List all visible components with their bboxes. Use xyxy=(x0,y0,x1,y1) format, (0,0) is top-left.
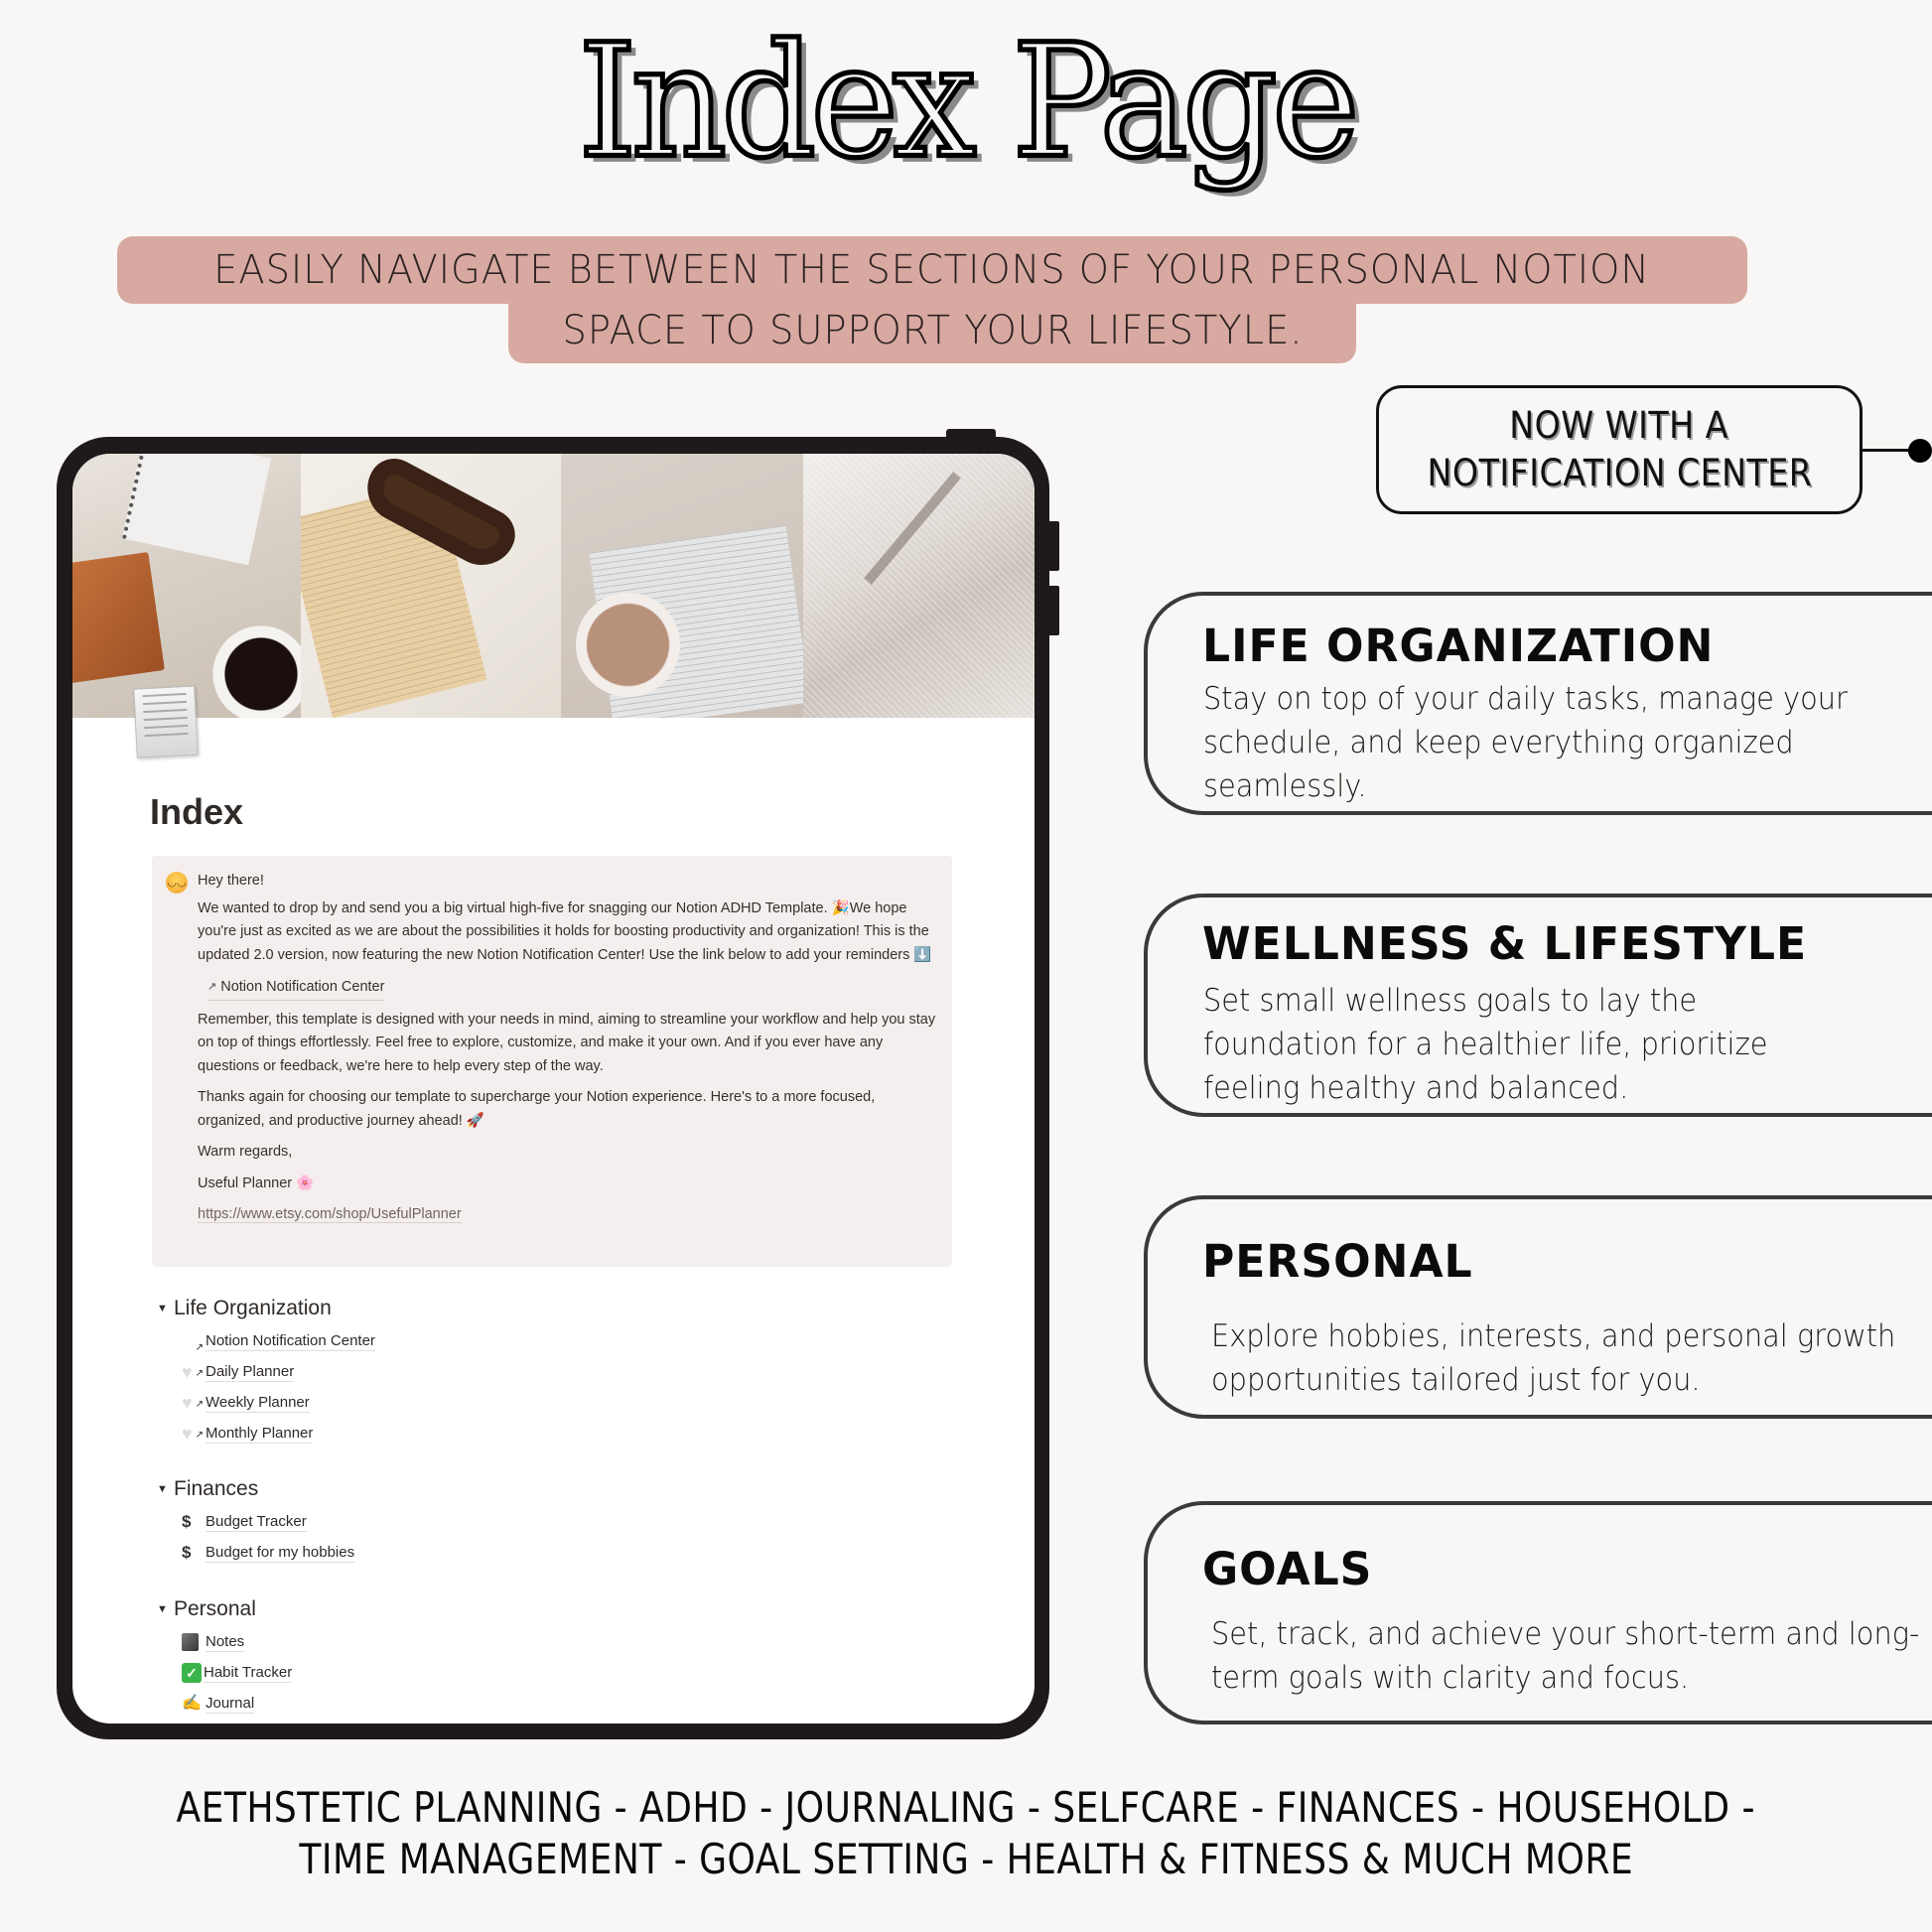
welcome-callout: ◡◡ Hey there! We wanted to drop by and s… xyxy=(152,856,952,1267)
smiling-face-icon: ◡◡ xyxy=(166,872,188,894)
nav-item-label: Weekly Planner xyxy=(206,1393,310,1413)
notebook-coffee-photo xyxy=(72,454,301,718)
document-icon[interactable] xyxy=(133,685,199,759)
nav-item-notification-center[interactable]: ↗ Notion Notification Center xyxy=(182,1325,375,1356)
feature-title: PERSONAL xyxy=(1202,1235,1473,1288)
banner-text-1: EASILY NAVIGATE BETWEEN THE SECTIONS OF … xyxy=(213,247,1651,293)
tagline-banner-line-2: SPACE TO SUPPORT YOUR LIFESTYLE. xyxy=(508,298,1356,363)
writing-hand-icon: ✍ xyxy=(182,1694,202,1712)
nav-item-notes[interactable]: Notes xyxy=(182,1626,292,1657)
feature-card-personal: PERSONAL Explore hobbies, interests, and… xyxy=(1144,1195,1932,1419)
callout-signoff: Warm regards, xyxy=(198,1144,293,1160)
tablet-screen: Index ◡◡ Hey there! We wanted to drop by… xyxy=(72,454,1035,1724)
banner-text-2: SPACE TO SUPPORT YOUR LIFESTYLE. xyxy=(562,308,1303,353)
nav-item-budget-tracker[interactable]: $ Budget Tracker xyxy=(182,1506,354,1537)
nav-item-label: Journal xyxy=(206,1694,255,1714)
feature-description: Stay on top of your daily tasks, manage … xyxy=(1203,681,1848,804)
toggle-life-organization[interactable]: ▼ Life Organization xyxy=(152,1294,375,1323)
caret-down-icon[interactable]: ▼ xyxy=(152,1603,174,1615)
nav-item-label: Monthly Planner xyxy=(206,1424,314,1444)
feature-title: WELLNESS & LIFESTYLE xyxy=(1202,917,1808,970)
coffee-book-earrings-photo xyxy=(561,454,803,718)
white-heart-icon: ♥ ↗ xyxy=(182,1361,204,1382)
section-personal: ▼ Personal Notes ✓ Habit Tracker ✍ Journ… xyxy=(152,1594,293,1719)
etsy-shop-link[interactable]: https://www.etsy.com/shop/UsefulPlanner xyxy=(198,1206,462,1223)
nav-item-label: Budget Tracker xyxy=(206,1512,307,1532)
feature-description: Set, track, and achieve your short-term … xyxy=(1211,1616,1920,1696)
callout-paragraph-1: We wanted to drop by and send you a big … xyxy=(198,899,932,963)
connector-dot-icon xyxy=(1908,439,1932,463)
callout-paragraph-2: Remember, this template is designed with… xyxy=(198,1011,936,1074)
dollar-exchange-icon: $ xyxy=(182,1511,192,1531)
page-title: Index Page xyxy=(576,11,1362,194)
section-title: Life Organization xyxy=(174,1297,332,1319)
book-sunglasses-photo xyxy=(301,454,561,718)
notebook-icon xyxy=(182,1632,199,1651)
footer-tagline-line-2: TIME MANAGEMENT - GOAL SETTING - HEALTH … xyxy=(299,1835,1633,1883)
nav-item-weekly-planner[interactable]: ♥ ↗ Weekly Planner xyxy=(182,1387,375,1418)
notion-page-title[interactable]: Index xyxy=(150,791,243,833)
nav-item-label: Notion Notification Center xyxy=(206,1331,375,1351)
badge-line-1: NOW WITH A xyxy=(1509,403,1729,447)
feature-title: LIFE ORGANIZATION xyxy=(1202,620,1715,672)
toggle-personal[interactable]: ▼ Personal xyxy=(152,1594,292,1624)
link-arrow-icon: ↗ xyxy=(207,981,217,993)
white-heart-icon: ♥ ↗ xyxy=(182,1392,204,1413)
nav-item-daily-planner[interactable]: ♥ ↗ Daily Planner xyxy=(182,1356,375,1387)
feature-description: Explore hobbies, interests, and personal… xyxy=(1211,1318,1896,1398)
bell-link-icon: ↗ xyxy=(195,1341,204,1353)
tagline-banner-line-1: EASILY NAVIGATE BETWEEN THE SECTIONS OF … xyxy=(117,236,1747,304)
nav-item-label: Budget for my hobbies xyxy=(206,1543,355,1563)
section-finances: ▼ Finances $ Budget Tracker $ Budget for… xyxy=(152,1474,355,1568)
page-cover xyxy=(72,454,1035,718)
white-heart-icon: ♥ ↗ xyxy=(182,1423,204,1444)
fabric-leaf-shadow-photo xyxy=(803,454,1035,718)
nav-item-monthly-planner[interactable]: ♥ ↗ Monthly Planner xyxy=(182,1418,375,1449)
toggle-finances[interactable]: ▼ Finances xyxy=(152,1474,354,1504)
feature-card-goals: GOALS Set, track, and achieve your short… xyxy=(1144,1501,1932,1725)
feature-card-wellness-lifestyle: WELLNESS & LIFESTYLE Set small wellness … xyxy=(1144,894,1932,1117)
caret-down-icon[interactable]: ▼ xyxy=(152,1483,174,1495)
notification-center-badge: NOW WITH A NOTIFICATION CENTER xyxy=(1376,385,1863,514)
check-box-icon: ✓ xyxy=(182,1662,202,1683)
dollar-exchange-icon: $ xyxy=(182,1542,192,1562)
feature-title: GOALS xyxy=(1202,1543,1373,1595)
section-title: Finances xyxy=(174,1477,259,1500)
nav-item-journal[interactable]: ✍ Journal xyxy=(182,1688,292,1719)
footer-tagline-line-1: AETHSTETIC PLANNING - ADHD - JOURNALING … xyxy=(176,1783,1756,1832)
link-label: Notion Notification Center xyxy=(220,979,385,995)
callout-signature: Useful Planner 🌸 xyxy=(198,1174,315,1191)
nav-item-label: Habit Tracker xyxy=(204,1663,293,1683)
nav-item-habit-tracker[interactable]: ✓ Habit Tracker xyxy=(182,1657,293,1688)
section-life-organization: ▼ Life Organization ↗ Notion Notificatio… xyxy=(152,1294,375,1449)
nav-item-budget-hobbies[interactable]: $ Budget for my hobbies xyxy=(182,1537,355,1568)
feature-description: Set small wellness goals to lay the foun… xyxy=(1203,983,1768,1106)
callout-paragraph-3: Thanks again for choosing our template t… xyxy=(198,1089,876,1129)
notification-center-link[interactable]: ↗ Notion Notification Center xyxy=(207,976,385,1001)
caret-down-icon[interactable]: ▼ xyxy=(152,1303,174,1314)
callout-greeting: Hey there! xyxy=(198,873,264,889)
badge-line-2: NOTIFICATION CENTER xyxy=(1427,452,1812,494)
nav-item-label: Notes xyxy=(206,1632,245,1652)
feature-card-life-organization: LIFE ORGANIZATION Stay on top of your da… xyxy=(1144,592,1932,815)
nav-item-label: Daily Planner xyxy=(206,1362,295,1382)
section-title: Personal xyxy=(174,1597,256,1620)
